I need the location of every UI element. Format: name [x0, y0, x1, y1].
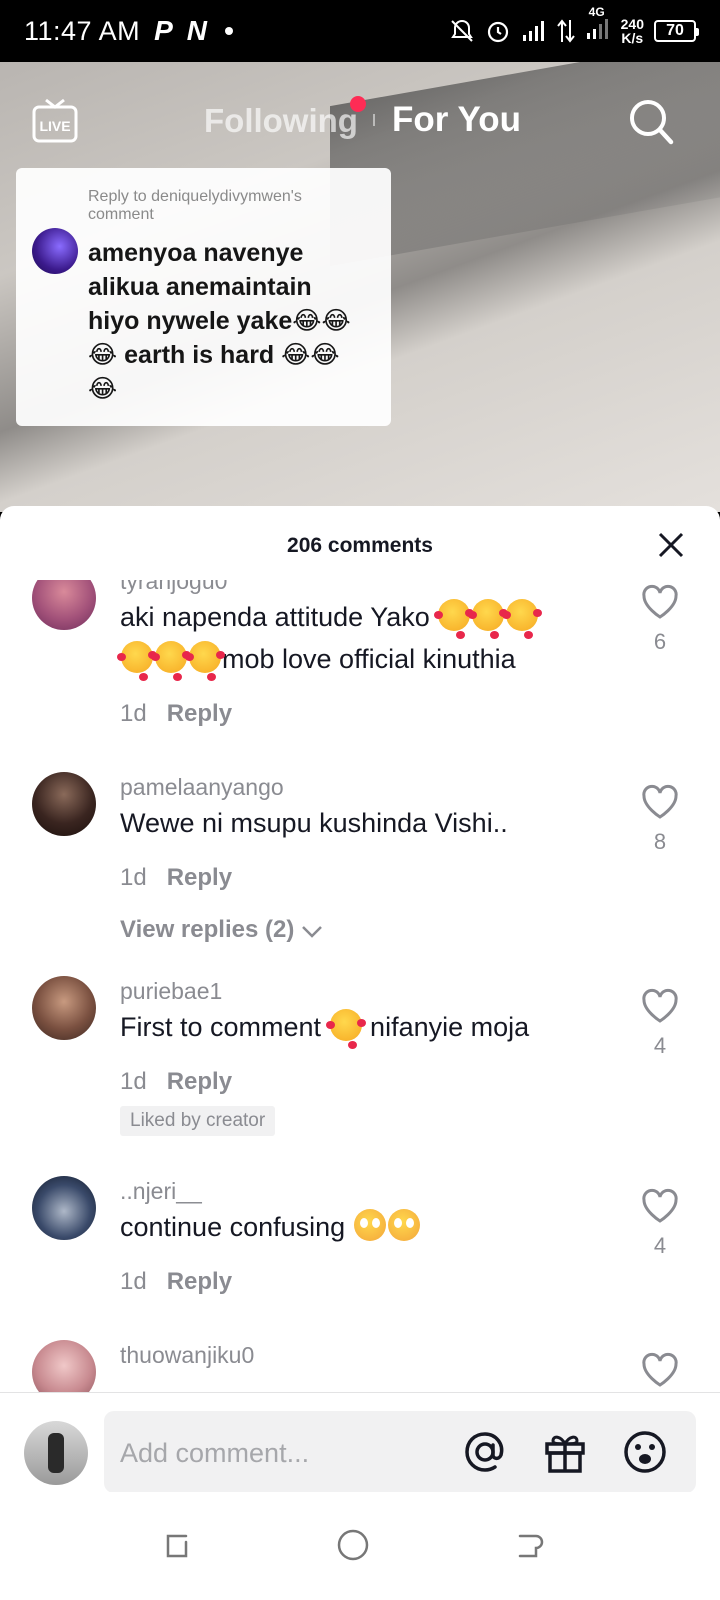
comment-meta: 1d Reply: [120, 1268, 232, 1296]
status-bar: 11:47 AM P N 4G 240 K/s 70: [0, 0, 720, 62]
emoji-icon[interactable]: [622, 1429, 668, 1475]
avatar[interactable]: [32, 1340, 96, 1392]
comment-time: 1d: [120, 864, 147, 891]
comment-username[interactable]: ..njeri__: [120, 1178, 202, 1205]
gift-icon[interactable]: [542, 1429, 588, 1475]
like-button[interactable]: 4: [638, 988, 682, 1059]
comment-time: 1d: [120, 1068, 147, 1095]
view-replies-button[interactable]: View replies (2): [120, 916, 323, 944]
comment-item: pamelaanyango Wewe ni msupu kushinda Vis…: [0, 772, 720, 962]
data-arrows-icon: [556, 19, 575, 43]
comment-input-box[interactable]: [104, 1411, 696, 1493]
mention-icon[interactable]: [462, 1429, 508, 1475]
comment-item: thuowanjiku0: [0, 1340, 720, 1392]
signal-4g: 4G: [585, 5, 611, 46]
home-icon[interactable]: [336, 1528, 370, 1562]
heart-icon: [642, 988, 678, 1023]
comment-text: aki napenda attitude Yako mob love offic…: [117, 596, 590, 680]
avatar[interactable]: [32, 1176, 96, 1240]
like-button[interactable]: [638, 1352, 682, 1392]
heart-icon: [642, 784, 678, 819]
avatar[interactable]: [32, 976, 96, 1040]
comment-username[interactable]: puriebae1: [120, 978, 222, 1005]
chevron-down-icon: [302, 926, 322, 938]
app-notification-icon-n: N: [186, 15, 207, 46]
battery-icon: 70: [654, 20, 699, 42]
like-count: 4: [653, 1033, 667, 1058]
avatar[interactable]: [32, 580, 96, 630]
liked-by-creator-badge: Liked by creator: [120, 1106, 276, 1136]
like-button[interactable]: 4: [638, 1188, 682, 1259]
like-count: 8: [653, 829, 667, 854]
heart-icon: [642, 584, 678, 619]
like-count: 6: [653, 629, 667, 654]
close-icon[interactable]: [656, 530, 686, 560]
comment-time: 1d: [120, 700, 147, 727]
flushed-face-emoji: [387, 1209, 420, 1241]
alarm-icon: [487, 21, 508, 43]
comment-input[interactable]: [120, 1433, 440, 1473]
comment-text: continue confusing: [120, 1206, 590, 1248]
recent-apps-icon[interactable]: [160, 1528, 194, 1562]
smiling-hearts-emoji: [185, 641, 221, 673]
comments-header: 206 comments: [0, 506, 720, 580]
reply-to-comment-sticker: Reply to deniquelydivymwen's comment ame…: [16, 168, 391, 426]
heart-icon: [642, 1352, 678, 1387]
comment-composer: [0, 1393, 720, 1503]
smiling-hearts-emoji: [468, 599, 505, 631]
search-icon[interactable]: [628, 98, 674, 146]
top-navigation: LIVE Following For You: [0, 62, 720, 172]
reply-button[interactable]: Reply: [167, 1068, 232, 1095]
following-notification-dot: [350, 96, 366, 112]
system-navigation-bar: [0, 1492, 720, 1600]
network-speed: 240 K/s: [620, 16, 644, 46]
reply-comment-text: amenyoa navenye alikua anemaintain hiyo …: [88, 239, 351, 403]
more-notifications-dot-icon: [225, 27, 233, 35]
comment-item: tyranjogu0 aki napenda attitude Yako mob…: [0, 580, 720, 756]
comment-text: Wewe ni msupu kushinda Vishi..: [120, 808, 508, 838]
tab-divider: [373, 114, 375, 126]
comment-username[interactable]: pamelaanyango: [120, 774, 284, 801]
app-notification-icon-p: P: [154, 15, 173, 46]
comment-username[interactable]: tyranjogu0: [120, 580, 227, 595]
comment-time: 1d: [120, 1268, 147, 1295]
live-icon[interactable]: LIVE: [32, 98, 78, 144]
comment-username[interactable]: thuowanjiku0: [120, 1342, 254, 1369]
heart-icon: [642, 1188, 678, 1223]
comment-item: ..njeri__ continue confusing 1d Reply 4: [0, 1176, 720, 1326]
smiling-hearts-emoji: [117, 641, 153, 673]
my-avatar: [24, 1421, 88, 1485]
like-button[interactable]: 6: [638, 584, 682, 655]
comment-text: First to comment nifanyie moja: [120, 1006, 590, 1048]
avatar[interactable]: [32, 772, 96, 836]
smiling-hearts-emoji: [502, 599, 539, 631]
back-icon[interactable]: [512, 1528, 546, 1562]
reply-avatar: [32, 228, 78, 274]
reply-button[interactable]: Reply: [167, 700, 232, 727]
comments-sheet: 206 comments tyranjogu0 aki napenda atti…: [0, 506, 720, 1600]
comments-count-title: 206 comments: [287, 534, 433, 557]
signal-icon: [522, 21, 544, 41]
status-icons: 4G 240 K/s 70: [449, 5, 699, 46]
smiling-hearts-emoji: [434, 599, 471, 631]
like-count: 4: [653, 1233, 667, 1258]
reply-button[interactable]: Reply: [167, 864, 232, 891]
clock: 11:47 AM: [24, 15, 141, 46]
reply-button[interactable]: Reply: [167, 1268, 232, 1295]
smiling-hearts-emoji: [325, 1009, 362, 1041]
smiling-hearts-emoji: [151, 641, 187, 673]
comment-meta: 1d Reply: [120, 1068, 232, 1096]
comment-meta: 1d Reply: [120, 700, 232, 728]
like-button[interactable]: 8: [638, 784, 682, 855]
comment-meta: 1d Reply: [120, 864, 232, 892]
tab-following[interactable]: Following: [204, 102, 358, 140]
reply-to-label: Reply to deniquelydivymwen's comment: [88, 188, 302, 223]
svg-text:LIVE: LIVE: [39, 118, 70, 134]
bell-off-icon: [450, 19, 473, 42]
tab-for-you[interactable]: For You: [392, 100, 521, 140]
comment-item: puriebae1 First to comment nifanyie moja…: [0, 976, 720, 1166]
comments-list[interactable]: tyranjogu0 aki napenda attitude Yako mob…: [0, 580, 720, 1392]
flushed-face-emoji: [353, 1209, 386, 1241]
